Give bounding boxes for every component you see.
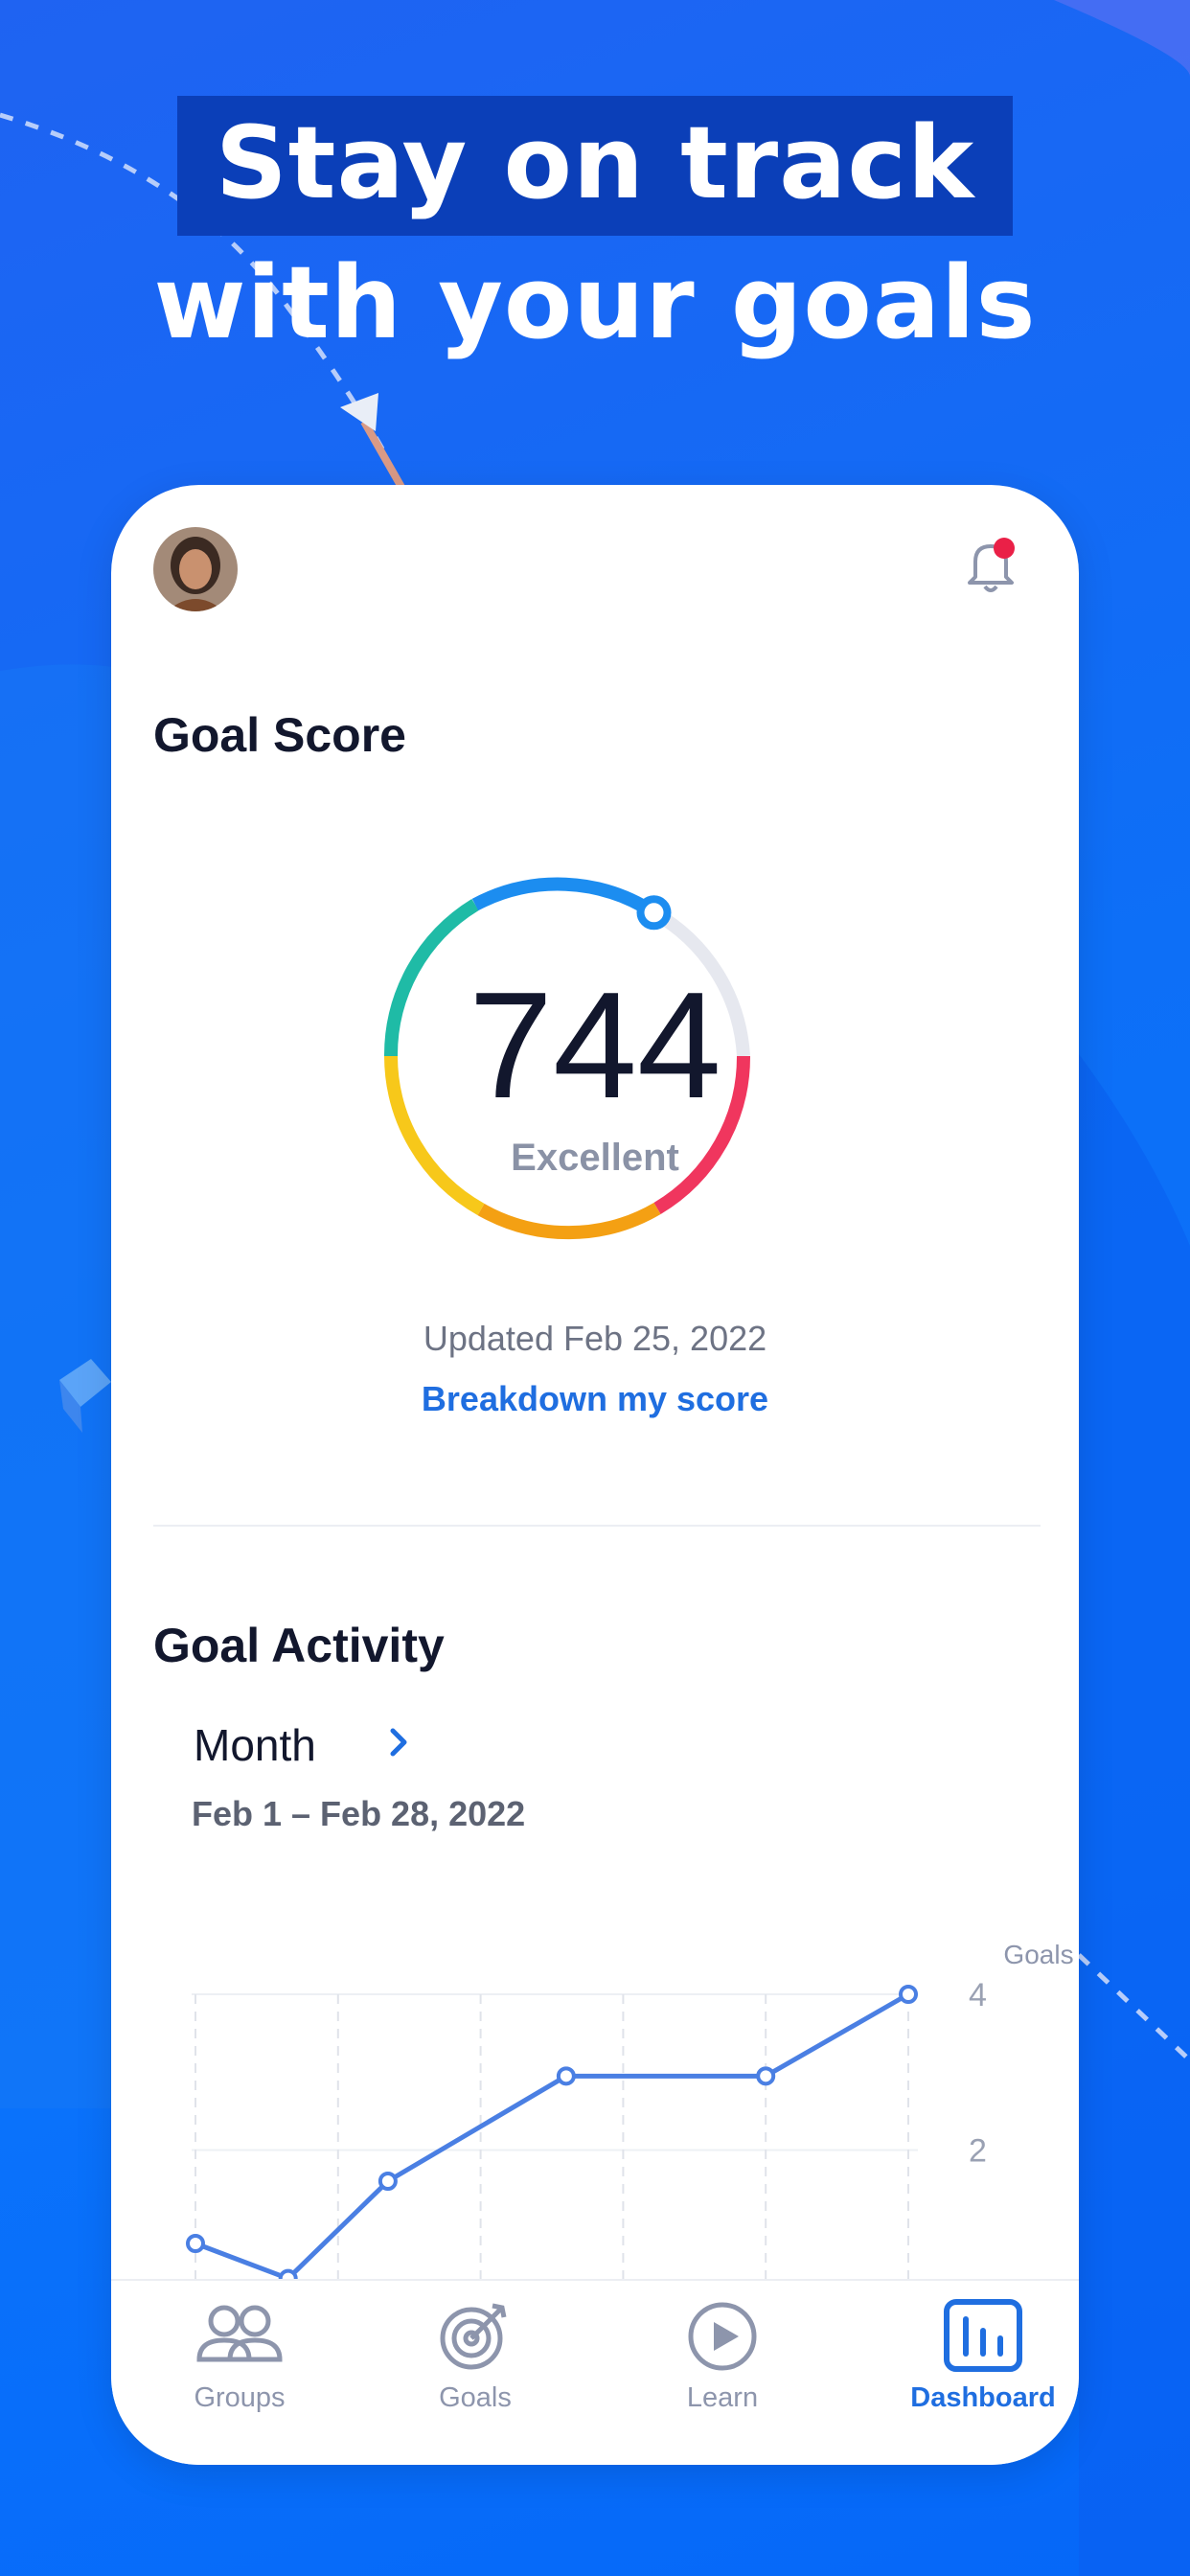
play-icon — [688, 2302, 757, 2371]
dashboard-icon — [944, 2299, 1022, 2372]
target-icon — [440, 2303, 507, 2370]
avatar[interactable] — [153, 527, 238, 611]
goal-score-updated: Updated Feb 25, 2022 — [423, 1319, 767, 1358]
tab-goals-label: Goals — [439, 2382, 512, 2413]
headline-highlight: Stay on track — [176, 96, 1014, 236]
gauge-segment-blue — [471, 877, 658, 919]
data-point — [186, 2234, 205, 2253]
tab-dashboard-label: Dashboard — [910, 2382, 1056, 2413]
headline-line2: with your goals — [153, 244, 1037, 361]
tab-learn[interactable]: Learn — [636, 2281, 809, 2465]
data-point — [899, 1985, 918, 2004]
headline: Stay on track with your goals — [0, 96, 1190, 364]
goal-activity-chart: Goals420 — [186, 1940, 1074, 2325]
goal-activity-title: Goal Activity — [153, 1619, 445, 1672]
headline-line1: Stay on track — [215, 104, 975, 221]
period-selector[interactable]: Month — [194, 1719, 316, 1771]
goal-score-rating: Excellent — [511, 1137, 679, 1179]
phone-screen: Goal Score 744 Excellent Updated Feb 25,… — [111, 485, 1079, 2465]
y-tick-label: 2 — [969, 2133, 987, 2170]
notification-dot — [994, 538, 1015, 559]
data-point — [378, 2172, 398, 2191]
data-point — [556, 2066, 576, 2086]
gauge-marker — [636, 895, 672, 931]
tab-bar: Groups Goals Learn Dashboard — [111, 2279, 1079, 2465]
arrow-icon — [340, 393, 406, 491]
notification-button[interactable] — [962, 535, 1019, 598]
user-avatar-icon — [153, 527, 238, 611]
bell-icon — [968, 538, 1015, 592]
tab-groups[interactable]: Groups — [153, 2281, 326, 2465]
tab-learn-label: Learn — [686, 2382, 759, 2413]
groups-icon — [196, 2305, 283, 2362]
goal-score-value: 744 — [469, 961, 721, 1130]
y-axis-label: Goals — [1003, 1940, 1073, 1969]
goal-score-title: Goal Score — [153, 708, 406, 762]
series-line — [195, 1991, 910, 2282]
chevron-right-icon[interactable] — [381, 1715, 420, 1769]
tab-dashboard[interactable]: Dashboard — [897, 2281, 1069, 2465]
y-tick-label: 4 — [969, 1977, 987, 2013]
data-point — [756, 2066, 776, 2086]
tab-goals[interactable]: Goals — [389, 2281, 561, 2465]
divider — [153, 1525, 1041, 1527]
breakdown-score-link[interactable]: Breakdown my score — [111, 1379, 1079, 1419]
tab-groups-label: Groups — [194, 2382, 286, 2413]
gauge-segment-orange — [477, 1202, 661, 1240]
